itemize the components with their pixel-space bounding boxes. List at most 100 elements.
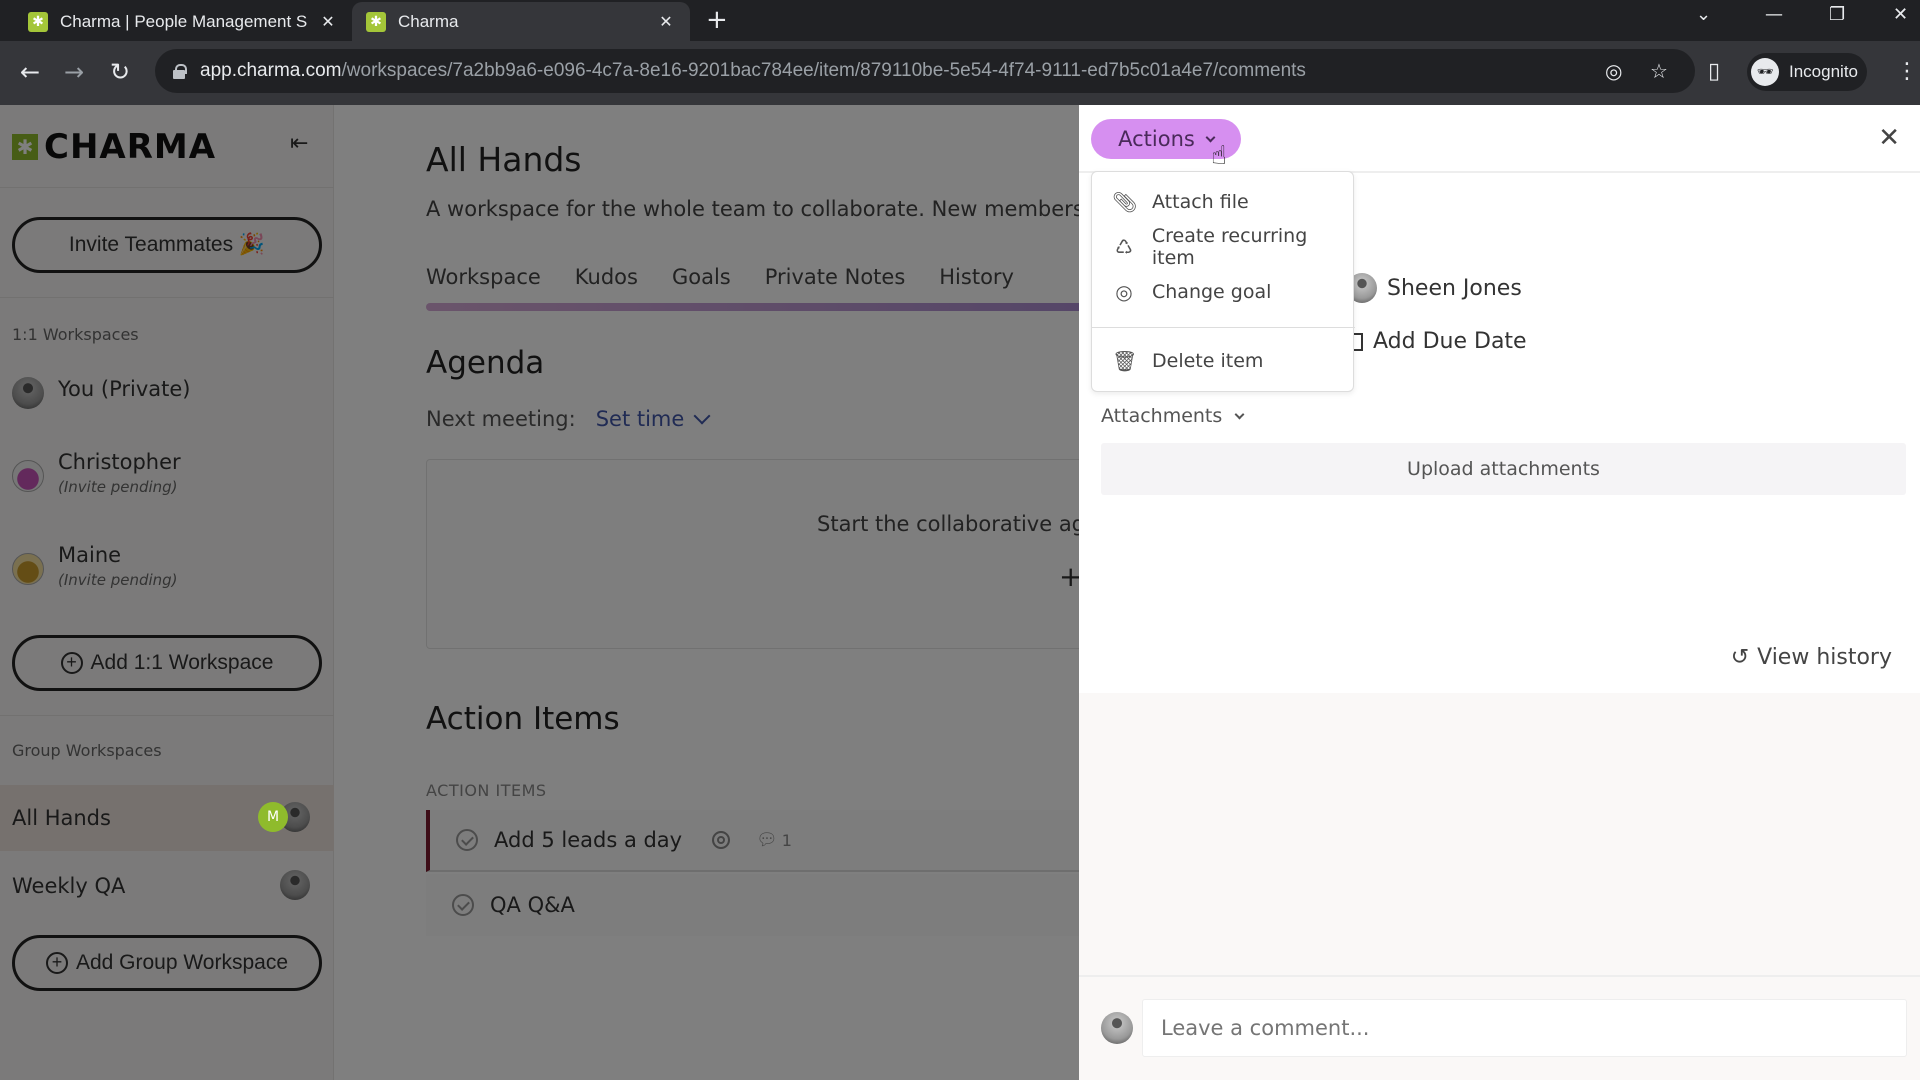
sidebar-item-maine[interactable]: Maine (Invite pending) [12, 543, 178, 589]
view-history-link[interactable]: ↺ View history [1731, 645, 1892, 670]
next-meeting: Next meeting: Set time [426, 407, 711, 431]
chevron-down-icon[interactable] [693, 407, 711, 425]
charma-logo-icon: ✱ [12, 134, 38, 160]
browser-menu-icon[interactable]: ⋮ [1896, 59, 1918, 85]
minimize-icon[interactable]: — [1765, 4, 1783, 25]
sidebar-item-weekly-qa[interactable]: Weekly QA [0, 853, 334, 919]
add-group-workspace-button[interactable]: + Add Group Workspace [12, 935, 322, 991]
comment-count: 1 [781, 830, 792, 850]
avatar [1101, 1012, 1133, 1044]
comment-composer [1079, 975, 1920, 1080]
invite-status: (Invite pending) [58, 478, 178, 496]
check-circle-icon[interactable] [456, 829, 478, 851]
paperclip-icon: 📎︎ [1112, 190, 1138, 214]
tab-private-notes[interactable]: Private Notes [765, 265, 906, 289]
tab-title: Charma | People Management S [60, 11, 308, 31]
sidebar: ✱ CHARMA ⇤ Invite Teammates 🎉 1:1 Worksp… [0, 105, 334, 1080]
workspace-tabs: Workspace Kudos Goals Private Notes Hist… [426, 265, 1014, 289]
member-avatars [280, 870, 310, 900]
action-item-title: Add 5 leads a day [494, 828, 683, 852]
sidebar-item-you-private[interactable]: You (Private) [12, 377, 190, 409]
action-item-row[interactable]: Add 5 leads a day 💬︎ 1 [426, 810, 1126, 872]
attachments-label: Attachments [1101, 405, 1223, 427]
close-window-icon[interactable]: ✕ [1893, 4, 1908, 25]
bookmark-star-icon[interactable]: ☆ [1650, 59, 1668, 83]
attachments-toggle[interactable]: Attachments [1101, 405, 1245, 427]
close-tab-icon[interactable]: ✕ [318, 12, 338, 31]
eye-off-icon[interactable]: ◎ [1605, 59, 1622, 83]
set-time-dropdown[interactable]: Set time [596, 407, 685, 431]
button-label: Add Group Workspace [75, 951, 289, 974]
side-panel-icon[interactable]: ▯ [1708, 59, 1720, 85]
close-panel-icon[interactable]: ✕ [1878, 123, 1900, 153]
member-initial-badge: M [258, 802, 288, 832]
avatar [12, 460, 44, 492]
sidebar-item-all-hands[interactable]: All Hands M [0, 785, 334, 851]
browser-tab-active[interactable]: ✱ Charma ✕ [352, 2, 690, 41]
actions-menu: 📎︎ Attach file ♺ Create recurring item ◎… [1091, 171, 1355, 392]
tab-kudos[interactable]: Kudos [575, 265, 638, 289]
avatar [280, 870, 310, 900]
menu-item-attach-file[interactable]: 📎︎ Attach file [1092, 180, 1355, 224]
charma-logo[interactable]: ✱ CHARMA [12, 127, 216, 167]
address-bar[interactable]: app.charma.com/workspaces/7a2bb9a6-e096-… [155, 49, 1695, 93]
incognito-icon: 🕶 [1751, 58, 1779, 86]
workspace-title: All Hands [426, 140, 582, 179]
menu-item-label: Change goal [1152, 281, 1272, 303]
invite-teammates-button[interactable]: Invite Teammates 🎉 [12, 217, 322, 273]
button-label: Add 1:1 Workspace [90, 651, 274, 674]
forward-icon[interactable]: → [64, 59, 84, 85]
menu-item-change-goal[interactable]: ◎ Change goal [1092, 270, 1355, 314]
group-workspaces-heading: Group Workspaces [12, 741, 162, 760]
incognito-label: Incognito [1789, 62, 1858, 81]
action-item-row[interactable]: QA Q&A [426, 874, 1126, 936]
logo-text: CHARMA [44, 127, 217, 167]
browser-tabstrip: ✱ Charma | People Management S ✕ ✱ Charm… [0, 0, 1920, 41]
divider [0, 187, 334, 188]
hand-cursor-icon: ☝ [1211, 141, 1227, 171]
assignee[interactable]: Sheen Jones [1347, 273, 1522, 303]
menu-item-label: Create recurring item [1151, 225, 1308, 269]
goal-target-icon [712, 831, 731, 849]
tab-search-icon[interactable]: ⌄ [1696, 4, 1711, 25]
add-one-on-one-workspace-button[interactable]: + Add 1:1 Workspace [12, 635, 322, 691]
history-icon: ↺ [1730, 645, 1750, 670]
comment-input[interactable] [1142, 999, 1907, 1057]
sidebar-item-christopher[interactable]: Christopher (Invite pending) [12, 450, 181, 496]
add-due-date[interactable]: Add Due Date [1349, 329, 1527, 354]
trash-icon: 🗑︎ [1112, 349, 1138, 373]
view-history-label: View history [1757, 645, 1892, 670]
check-circle-icon[interactable] [452, 894, 474, 916]
browser-tab[interactable]: ✱ Charma | People Management S ✕ [14, 2, 352, 41]
collapse-sidebar-icon[interactable]: ⇤ [290, 131, 308, 156]
back-icon[interactable]: ← [20, 59, 40, 85]
menu-item-create-recurring[interactable]: ♺ Create recurring item [1092, 225, 1355, 269]
actions-label: Actions [1118, 127, 1195, 151]
plus-circle-icon: + [60, 652, 83, 674]
avatar [12, 553, 44, 585]
incognito-badge[interactable]: 🕶 Incognito [1747, 53, 1867, 91]
action-item-title: QA Q&A [490, 893, 575, 917]
charma-favicon-icon: ✱ [366, 11, 386, 32]
menu-item-delete[interactable]: 🗑︎ Delete item [1092, 339, 1355, 383]
person-name: Christopher [58, 450, 181, 474]
divider [0, 715, 334, 716]
menu-item-label: Delete item [1152, 350, 1264, 372]
invite-label: Invite Teammates 🎉 [68, 233, 266, 256]
member-avatars: M [258, 802, 310, 832]
menu-divider [1092, 327, 1355, 328]
upload-attachments-button[interactable]: Upload attachments [1101, 443, 1906, 495]
restore-icon[interactable]: ❐ [1829, 4, 1845, 25]
tab-goals[interactable]: Goals [672, 265, 731, 289]
tab-history[interactable]: History [939, 265, 1014, 289]
tab-workspace[interactable]: Workspace [426, 265, 541, 289]
agenda-empty-text: Start the collaborative ag [817, 512, 1086, 536]
tab-underline [426, 303, 1126, 311]
reload-icon[interactable]: ↻ [110, 59, 130, 85]
comment-icon: 💬︎ [756, 830, 778, 850]
new-tab-icon[interactable]: + [706, 6, 728, 34]
close-tab-icon[interactable]: ✕ [656, 12, 676, 31]
charma-favicon-icon: ✱ [28, 11, 48, 32]
plus-circle-icon: + [45, 952, 68, 974]
action-items-heading: Action Items [426, 701, 620, 737]
